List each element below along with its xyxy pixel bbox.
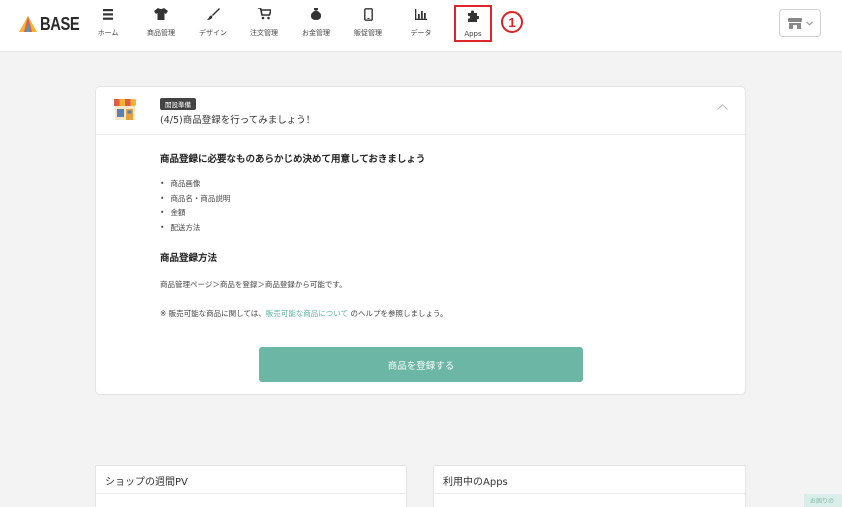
setup-step-card: 開設準備 (4/5)商品登録を行ってみましょう！ 商品登録に必要なものあらかじめ… bbox=[96, 87, 745, 394]
divider bbox=[434, 493, 745, 494]
panel-title: ショップの週間PV bbox=[105, 477, 188, 488]
nav-design[interactable]: デザイン bbox=[196, 6, 230, 42]
divider bbox=[96, 493, 406, 494]
smartphone-icon bbox=[363, 6, 373, 22]
cart-icon bbox=[257, 6, 271, 22]
prep-heading: 商品登録に必要なものあらかじめ決めて用意しておきましょう bbox=[160, 154, 426, 165]
nav-orders[interactable]: 注文管理 bbox=[247, 6, 281, 42]
method-heading: 商品登録方法 bbox=[160, 253, 218, 264]
list-icon bbox=[103, 6, 113, 22]
nav-items-label: 商品管理 bbox=[147, 29, 175, 37]
status-tag: 開設準備 bbox=[160, 98, 196, 110]
nav-data-label: データ bbox=[410, 29, 432, 37]
step-title: (4/5)商品登録を行ってみましょう！ bbox=[160, 115, 316, 126]
help-note-prefix: ※ 販売可能な商品に関しては、 bbox=[160, 309, 266, 318]
shop-selector-button[interactable] bbox=[779, 9, 821, 37]
money-bag-icon bbox=[310, 6, 322, 22]
shop-icon bbox=[787, 17, 802, 29]
prep-list: 商品画像 商品名・商品説明 金額 配送方法 bbox=[160, 177, 230, 235]
panel-title: 利用中のApps bbox=[443, 477, 508, 488]
nav-orders-label: 注文管理 bbox=[250, 29, 278, 37]
nav-items[interactable]: 商品管理 bbox=[143, 6, 179, 42]
tshirt-icon bbox=[154, 6, 168, 22]
weekly-pv-panel: ショップの週間PV bbox=[96, 466, 406, 507]
chevron-down-icon bbox=[805, 20, 813, 26]
list-item: 金額 bbox=[160, 206, 230, 221]
nav-data[interactable]: データ bbox=[407, 6, 435, 42]
help-note: ※ 販売可能な商品に関しては、販売可能な商品について のヘルプを参照しましょう。 bbox=[160, 308, 448, 319]
nav-apps[interactable]: Apps bbox=[454, 5, 492, 42]
nav-home-label: ホーム bbox=[97, 29, 119, 37]
base-logo[interactable]: BASE bbox=[18, 13, 88, 35]
brush-icon bbox=[206, 6, 220, 22]
collapse-button[interactable] bbox=[715, 100, 729, 114]
list-item: 商品名・商品説明 bbox=[160, 192, 230, 207]
sellable-items-help-link[interactable]: 販売可能な商品について bbox=[266, 309, 348, 318]
nav-home[interactable]: ホーム bbox=[94, 6, 122, 42]
top-header: BASE ホーム 商品管理 デザイン 注文管理 お金管理 販促管理 データ Ap… bbox=[0, 0, 842, 52]
register-product-button[interactable]: 商品を登録する bbox=[259, 347, 583, 382]
nav-design-label: デザイン bbox=[199, 29, 227, 37]
tent-logo-icon bbox=[19, 16, 37, 32]
nav-money[interactable]: お金管理 bbox=[299, 6, 333, 42]
bar-chart-icon bbox=[415, 6, 427, 22]
step-annotation-badge: 1 bbox=[501, 11, 523, 33]
help-note-suffix: のヘルプを参照しましょう。 bbox=[348, 309, 448, 318]
nav-promotion[interactable]: 販促管理 bbox=[351, 6, 385, 42]
nav-apps-label: Apps bbox=[464, 30, 482, 38]
method-text: 商品管理ページ＞商品を登録＞商品登録から可能です。 bbox=[160, 280, 347, 289]
apps-in-use-panel: 利用中のApps bbox=[434, 466, 745, 507]
puzzle-icon bbox=[467, 8, 479, 24]
chevron-up-icon bbox=[716, 104, 728, 110]
nav-promotion-label: 販促管理 bbox=[354, 29, 382, 37]
list-item: 商品画像 bbox=[160, 177, 230, 192]
help-tab[interactable]: お困りの bbox=[804, 494, 842, 507]
storefront-icon bbox=[113, 98, 137, 126]
card-header[interactable]: 開設準備 (4/5)商品登録を行ってみましょう！ bbox=[96, 87, 745, 135]
list-item: 配送方法 bbox=[160, 221, 230, 236]
nav-money-label: お金管理 bbox=[302, 29, 330, 37]
logo-text: BASE bbox=[40, 13, 80, 34]
